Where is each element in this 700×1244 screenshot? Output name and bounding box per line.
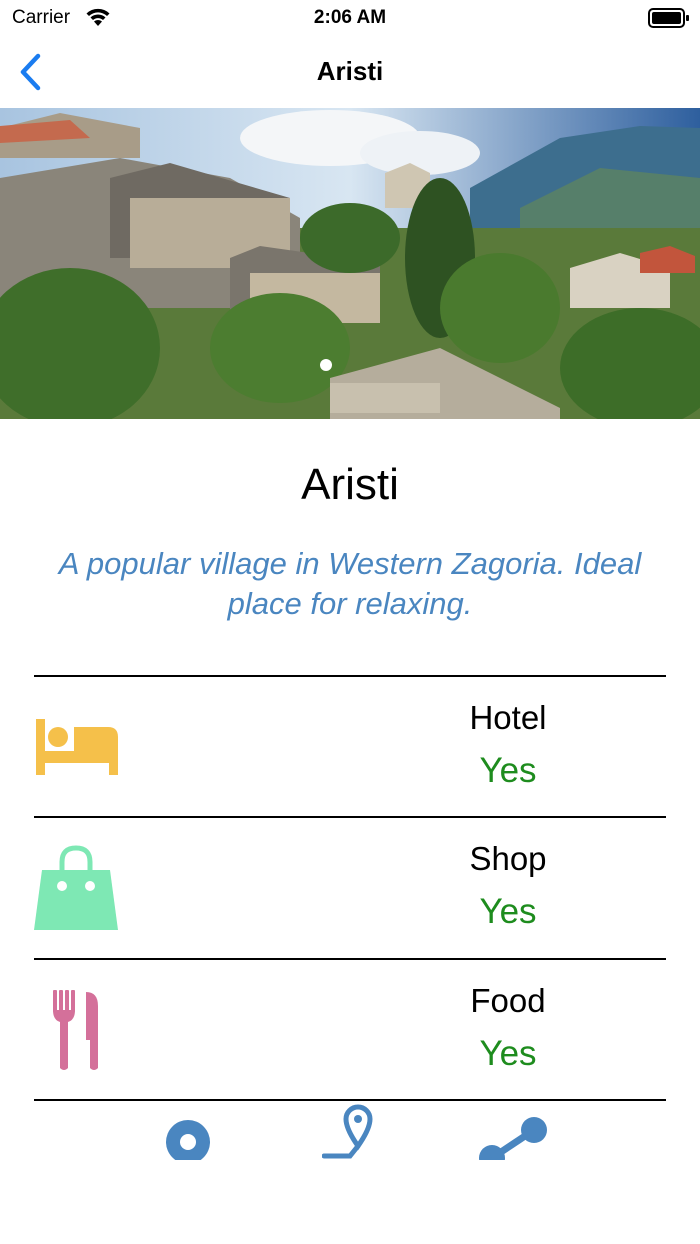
amenity-value: Yes — [479, 1034, 537, 1073]
tab-map-pin[interactable] — [321, 1102, 388, 1160]
map-pin-route-icon — [321, 1104, 373, 1159]
place-name: Aristi — [301, 460, 399, 509]
status-bar: Carrier 2:06 AM — [0, 0, 700, 36]
amenity-label: Hotel — [469, 699, 547, 736]
place-description: A popular village in Western Zagoria. Id… — [58, 546, 642, 621]
status-time: 2:06 AM — [313, 7, 387, 28]
bottom-action-bar — [0, 1102, 700, 1160]
amenity-value: Yes — [479, 751, 537, 790]
amenity-value: Yes — [479, 892, 537, 931]
share-route-icon — [479, 1117, 547, 1160]
amenity-row-food: Food Yes — [34, 960, 666, 1100]
navigation-bar: Aristi — [0, 36, 700, 108]
location-circle-icon — [166, 1120, 210, 1160]
village-photo-carousel[interactable] — [0, 108, 700, 419]
amenity-label: Food — [470, 982, 546, 1019]
tab-route[interactable] — [474, 1102, 552, 1160]
amenity-label: Shop — [469, 840, 547, 877]
page-title: Aristi — [316, 56, 384, 86]
shopping-bag-icon — [34, 845, 118, 930]
tab-location[interactable] — [162, 1102, 214, 1160]
amenity-row-shop: Shop Yes — [34, 818, 666, 958]
amenity-row-hotel: Hotel Yes — [34, 677, 666, 817]
fork-knife-icon — [53, 990, 98, 1070]
battery-icon — [648, 8, 689, 28]
village-photo — [0, 108, 700, 419]
bed-icon — [36, 719, 118, 775]
carousel-page-indicator — [320, 359, 332, 371]
